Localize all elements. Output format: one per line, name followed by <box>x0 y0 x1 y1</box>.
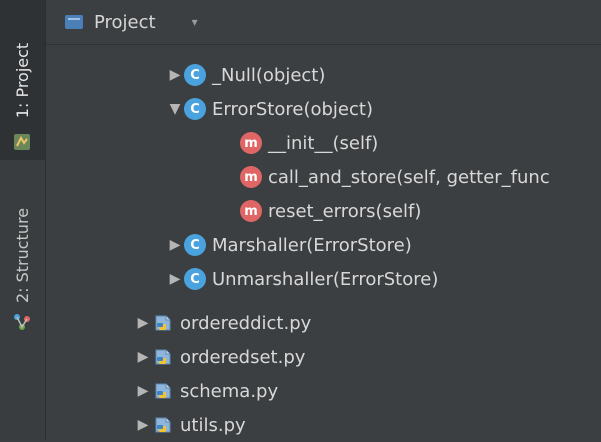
structure-icon <box>12 312 32 332</box>
class-badge-icon: C <box>184 98 206 120</box>
collapsed-arrow-icon[interactable]: ▶ <box>166 67 184 83</box>
method-badge-icon: m <box>240 200 262 222</box>
tree-node-unmarshaller-class[interactable]: ▶ C Unmarshaller(ErrorStore) <box>166 262 438 296</box>
expanded-arrow-icon[interactable]: ▼ <box>166 101 184 117</box>
tree-node-label: _Null(object) <box>212 64 326 86</box>
tree-node-ordereddict-file[interactable]: ▶ ordereddict.py <box>134 306 312 340</box>
tool-window-sidebar: 1: Project 2: Structure <box>0 0 46 440</box>
tree-node-label: schema.py <box>180 380 279 402</box>
tree-node-utils-file[interactable]: ▶ utils.py <box>134 408 246 442</box>
method-badge-icon: m <box>240 132 262 154</box>
class-badge-icon: C <box>184 234 206 256</box>
python-file-icon <box>152 346 174 368</box>
tree-node-label: ordereddict.py <box>180 312 312 334</box>
class-badge-icon: C <box>184 64 206 86</box>
collapsed-arrow-icon[interactable]: ▶ <box>134 315 152 331</box>
tree-node-errorstore-class[interactable]: ▼ C ErrorStore(object) <box>166 92 373 126</box>
project-view-title[interactable]: Project <box>94 12 156 33</box>
project-icon <box>12 132 32 152</box>
ide-window: 1: Project 2: Structure Project ▾ ▶ C _N… <box>0 0 601 440</box>
tree-node-label: reset_errors(self) <box>268 200 422 222</box>
tree-node-label: __init__(self) <box>268 132 379 154</box>
collapsed-arrow-icon[interactable]: ▶ <box>134 349 152 365</box>
project-tree: ▶ C _Null(object) ▼ C ErrorStore(object)… <box>46 44 601 440</box>
tree-node-orderedset-file[interactable]: ▶ orderedset.py <box>134 340 306 374</box>
method-badge-icon: m <box>240 166 262 188</box>
tree-node-schema-file[interactable]: ▶ schema.py <box>134 374 279 408</box>
tree-node-label: orderedset.py <box>180 346 306 368</box>
tree-node-marshaller-class[interactable]: ▶ C Marshaller(ErrorStore) <box>166 228 412 262</box>
tree-node-label: call_and_store(self, getter_func <box>268 166 550 188</box>
tree-node-label: ErrorStore(object) <box>212 98 373 120</box>
collapsed-arrow-icon[interactable]: ▶ <box>166 271 184 287</box>
python-file-icon <box>152 414 174 436</box>
tree-node-call-and-store-method[interactable]: m call_and_store(self, getter_func <box>240 160 550 194</box>
tree-node-null-class[interactable]: ▶ C _Null(object) <box>166 58 325 92</box>
collapsed-arrow-icon[interactable]: ▶ <box>134 417 152 433</box>
tree-node-label: Unmarshaller(ErrorStore) <box>212 268 439 290</box>
tree-node-reset-errors-method[interactable]: m reset_errors(self) <box>240 194 421 228</box>
python-file-icon <box>152 380 174 402</box>
collapsed-arrow-icon[interactable]: ▶ <box>166 237 184 253</box>
tree-node-init-method[interactable]: m __init__(self) <box>240 126 378 160</box>
project-panel-header: Project ▾ <box>46 0 601 45</box>
tree-node-label: Marshaller(ErrorStore) <box>212 234 412 256</box>
project-folder-icon <box>64 13 84 31</box>
tree-node-label: utils.py <box>180 414 246 436</box>
python-file-icon <box>152 312 174 334</box>
tab-project-label: 1: Project <box>13 42 32 118</box>
collapsed-arrow-icon[interactable]: ▶ <box>134 383 152 399</box>
dropdown-caret-icon[interactable]: ▾ <box>192 15 198 29</box>
tab-structure-label: 2: Structure <box>13 207 32 303</box>
class-badge-icon: C <box>184 268 206 290</box>
